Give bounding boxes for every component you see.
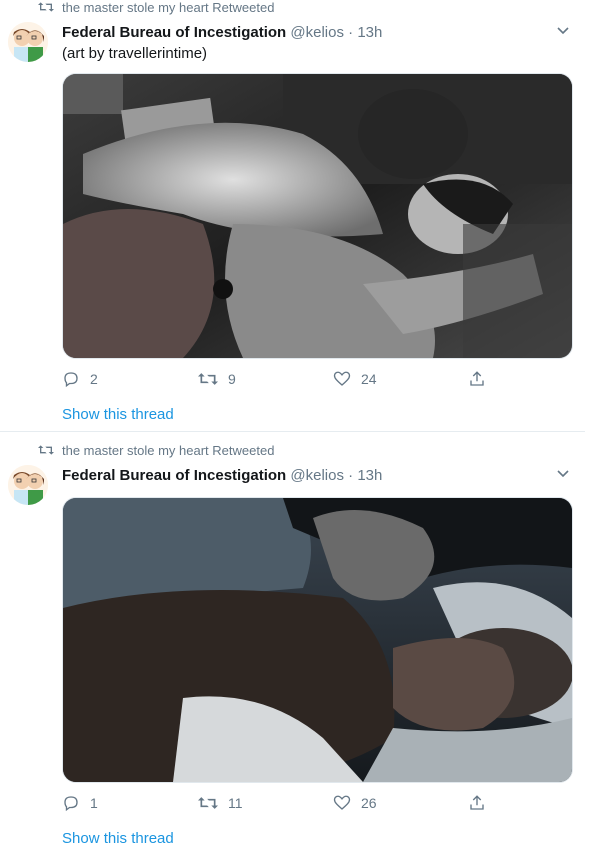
share-icon [470,795,484,810]
tweet-image[interactable] [62,73,573,359]
retweet-icon [198,797,218,809]
retweet-context: the master stole my heart Retweeted [38,443,274,458]
tweet-header: Federal Bureau of Incestigation @kelios … [62,467,382,484]
tweet-text: (art by travellerintime) [62,45,208,62]
retweet-context-text: the master stole my heart Retweeted [62,443,275,458]
like-count: 26 [361,795,377,811]
tweet-actions: 2 9 24 [62,370,502,392]
share-button[interactable] [468,794,496,812]
chevron-down-icon[interactable] [554,22,572,40]
share-button[interactable] [468,370,496,388]
retweet-icon [38,2,54,12]
tweet-image[interactable] [62,497,573,783]
retweet-context-text: the master stole my heart Retweeted [62,0,275,15]
reply-icon [64,372,78,388]
tweet-divider [0,431,585,432]
reply-count: 1 [90,795,98,811]
tweet-2[interactable]: the master stole my heart Retweeted Fede… [0,443,585,847]
retweet-context: the master stole my heart Retweeted [38,0,274,15]
display-name[interactable]: Federal Bureau of Incestigation [62,467,286,484]
display-name[interactable]: Federal Bureau of Incestigation [62,24,286,41]
retweet-button[interactable]: 11 [198,794,243,812]
reply-icon [64,796,78,812]
reply-button[interactable]: 2 [62,370,98,388]
share-icon [470,371,484,386]
timestamp[interactable]: 13h [357,467,382,484]
separator-dot: · [348,467,354,484]
handle[interactable]: @kelios [290,467,344,484]
retweet-button[interactable]: 9 [198,370,236,388]
tweet-actions: 1 11 26 [62,794,502,816]
retweet-count: 9 [228,371,236,387]
reply-button[interactable]: 1 [62,794,98,812]
handle[interactable]: @kelios [290,24,344,41]
reply-count: 2 [90,371,98,387]
like-icon [333,371,351,386]
retweet-icon [38,445,54,455]
avatar[interactable] [8,22,48,62]
retweet-count: 11 [228,795,243,811]
like-button[interactable]: 24 [333,370,377,388]
avatar[interactable] [8,465,48,505]
timestamp[interactable]: 13h [357,24,382,41]
tweet-header: Federal Bureau of Incestigation @kelios … [62,24,382,41]
chevron-down-icon[interactable] [554,465,572,483]
like-button[interactable]: 26 [333,794,377,812]
like-count: 24 [361,371,377,387]
like-icon [333,795,351,810]
tweet-1[interactable]: the master stole my heart Retweeted Fede… [0,0,585,432]
show-thread-link[interactable]: Show this thread [62,406,174,423]
retweet-icon [198,373,218,385]
separator-dot: · [348,24,354,41]
